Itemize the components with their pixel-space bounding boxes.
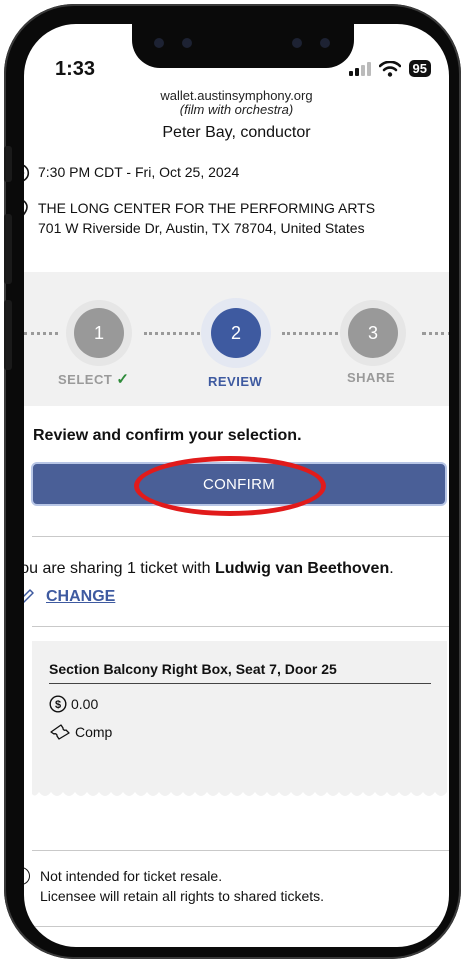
sensor-icon [320,38,330,48]
battery-icon: 95 [408,60,431,77]
svg-text:$: $ [55,699,61,711]
step-3-label: SHARE [347,370,396,385]
share-recipient: Ludwig van Beethoven [214,560,390,577]
event-conductor: Peter Bay, conductor [162,124,311,141]
phone-frame: 1:33 95 wallet.austinsymphony.org (film … [4,4,461,959]
venue-address: 701 W Riverside Dr, Austin, TX 78704, Un… [38,220,365,236]
notice-line-2: Licensee will retain all rights to share… [40,888,325,904]
stepper-connector [422,332,449,336]
wifi-icon [378,60,401,77]
confirm-button[interactable]: CONFIRM [31,462,447,506]
share-summary: You are sharing 1 ticket with Ludwig van… [24,560,394,578]
camera-icon [292,38,302,48]
volume-up-button [4,214,12,284]
status-time: 1:33 [55,58,96,80]
step-2-label: REVIEW [208,374,263,389]
pencil-icon [24,589,34,604]
divider [32,536,449,537]
stepper-connector [282,332,344,336]
clock-icon [24,164,30,182]
step-3-circle: 3 [348,308,398,358]
ticket-type-row: Comp [49,723,112,741]
browser-url[interactable]: wallet.austinsymphony.org [24,88,449,103]
checkmark-icon: ✓ [116,371,130,388]
ticket-price: 0.00 [71,696,99,712]
sensor-icon [182,38,192,48]
divider [32,626,449,627]
share-text-prefix: You are sharing 1 ticket with [24,560,215,577]
location-pin-icon [24,200,28,216]
progress-stepper: 1 2 3 SELECT ✓ REVIEW SHARE [24,272,449,406]
volume-down-button [4,300,12,370]
notch [132,24,354,68]
change-label: CHANGE [46,588,116,605]
ticket-seat-info: Section Balcony Right Box, Seat 7, Door … [49,661,337,677]
event-subtitle: (film with orchestra) [179,104,294,116]
notice-line-1: Not intended for ticket resale. [40,868,223,884]
divider [32,850,449,851]
event-venue-row: THE LONG CENTER FOR THE PERFORMING ARTS … [24,198,375,238]
step-2-circle: 2 [211,308,261,358]
mute-switch [4,146,12,182]
phone-screen: 1:33 95 wallet.austinsymphony.org (film … [24,24,449,947]
stepper-connector [24,332,58,336]
dollar-icon: $ [49,695,67,713]
info-icon: i [24,867,30,885]
signal-icon [348,61,371,76]
stepper-connector [144,332,206,336]
step-1-label[interactable]: SELECT ✓ [58,370,130,388]
resale-notice: i Not intended for ticket resale. Licens… [24,866,324,906]
event-datetime-row: 7:30 PM CDT - Fri, Oct 25, 2024 [24,162,239,183]
status-icons: 95 [348,60,431,77]
ticket-torn-edge [32,788,447,796]
ticket-card: Section Balcony Right Box, Seat 7, Door … [32,641,447,789]
change-recipient-link[interactable]: CHANGE [24,587,115,607]
ticket-icon [50,724,70,740]
divider [32,926,449,927]
venue-name: THE LONG CENTER FOR THE PERFORMING ARTS [38,200,376,216]
step-1-label-text: SELECT [58,372,113,387]
ticket-divider [49,683,431,684]
ticket-price-row: $ 0.00 [49,695,98,713]
ticket-type: Comp [75,724,113,740]
step-1-circle[interactable]: 1 [74,308,124,358]
review-instruction-text: Review and confirm your selection. [33,427,302,444]
event-datetime: 7:30 PM CDT - Fri, Oct 25, 2024 [38,164,240,180]
review-instruction: Review and confirm your selection. [24,427,302,445]
sensor-icon [154,38,164,48]
share-text-suffix: . [389,560,394,577]
